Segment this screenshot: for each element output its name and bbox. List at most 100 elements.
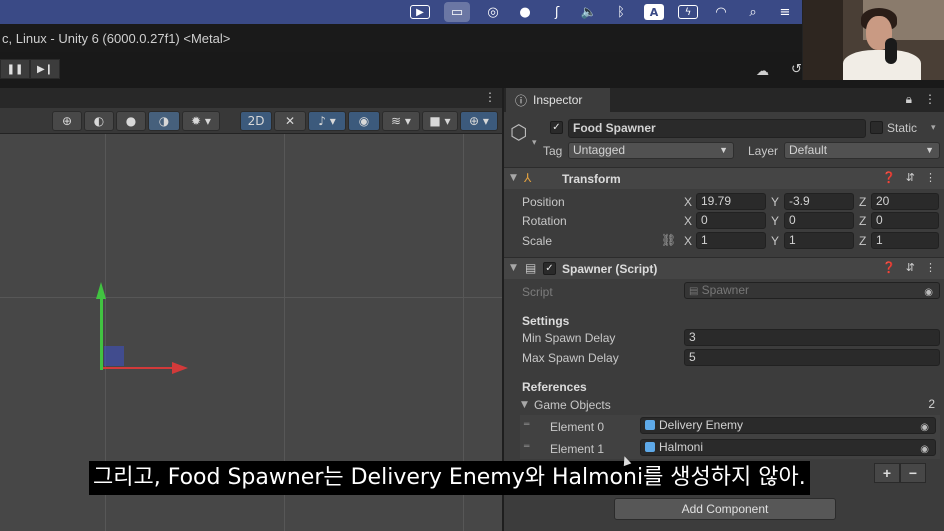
layers-icon[interactable]: ≋ ▾	[382, 111, 420, 131]
input-source-icon[interactable]: A	[644, 4, 664, 20]
gizmos-icon[interactable]: ⊕ ▾	[460, 111, 498, 131]
display-icon[interactable]: ▭	[444, 2, 470, 22]
constrain-proportions-icon[interactable]: ⛓	[661, 233, 676, 247]
foldout-caret-icon[interactable]: ▼	[521, 400, 528, 410]
drag-handle-icon[interactable]: ═	[524, 420, 529, 430]
static-checkbox[interactable]	[870, 121, 883, 134]
battery-icon[interactable]: ϟ	[678, 5, 698, 19]
min-spawn-delay-label: Min Spawn Delay	[522, 331, 616, 345]
object-picker-icon: ◉	[924, 287, 933, 298]
lock-icon[interactable]: 🔒︎	[906, 92, 912, 107]
x-axis-arrow[interactable]	[172, 362, 188, 374]
component-menu-icon[interactable]: ⋮	[925, 261, 936, 274]
x-axis-handle[interactable]	[103, 367, 175, 369]
game-objects-label[interactable]: Game Objects	[534, 398, 611, 412]
wifi-icon[interactable]: ◠	[712, 4, 730, 20]
help-icon[interactable]: ❓	[882, 261, 896, 274]
scale-y-field[interactable]: 1	[784, 232, 854, 249]
history-icon[interactable]: ↺	[791, 62, 802, 77]
prefab-icon	[645, 442, 655, 452]
tab-inspector[interactable]: ⓘ Inspector	[506, 88, 610, 112]
draw-mode-icon[interactable]: ◑	[148, 111, 180, 131]
video-subtitle: 그리고, Food Spawner는 Delivery Enemy와 Halmo…	[89, 461, 810, 495]
component-enabled-checkbox[interactable]: ✓	[543, 262, 556, 275]
volume-icon[interactable]: 🔈	[580, 4, 598, 20]
max-spawn-delay-field[interactable]: 5	[684, 349, 940, 366]
add-element-button[interactable]: +	[874, 463, 900, 483]
sphere-icon[interactable]: ●	[116, 111, 146, 131]
cloud-icon[interactable]: ☁	[756, 64, 769, 79]
pause-button[interactable]: ❚❚	[0, 59, 30, 79]
control-center-icon[interactable]: ≡	[776, 4, 794, 20]
layer-dropdown[interactable]: Default ▼	[784, 142, 940, 159]
element-label: Element 1	[550, 442, 605, 456]
add-component-button[interactable]: Add Component	[614, 498, 836, 520]
tag-label: Tag	[543, 144, 563, 158]
webcam-background	[803, 0, 843, 80]
g-app-icon[interactable]: ●	[516, 4, 534, 20]
rotation-x-field[interactable]: 0	[696, 212, 766, 229]
script-file-icon: ▤	[689, 286, 702, 297]
shaded-sphere-icon[interactable]: ◐	[84, 111, 114, 131]
position-y-field[interactable]: -3.9	[784, 193, 854, 210]
y-axis-handle[interactable]	[100, 298, 103, 370]
scene-menu-icon[interactable]: ⋮	[484, 90, 496, 104]
foldout-caret-icon[interactable]: ▼	[510, 263, 517, 273]
globe-icon[interactable]: ⊕	[52, 111, 82, 131]
help-icon[interactable]: ❓	[882, 171, 896, 184]
active-checkbox[interactable]: ✓	[550, 121, 563, 134]
chevron-down-icon: ▼	[925, 145, 934, 155]
rotation-z-field[interactable]: 0	[871, 212, 939, 229]
lighting-toggle-icon[interactable]: ✕	[274, 111, 306, 131]
accessibility-icon[interactable]: ◎	[484, 4, 502, 20]
webcam-overlay	[802, 0, 944, 80]
min-spawn-delay-field[interactable]: 3	[684, 329, 940, 346]
scale-x-field[interactable]: 1	[696, 232, 766, 249]
game-objects-size-field[interactable]: 2	[908, 396, 940, 413]
visibility-icon[interactable]: ◉	[348, 111, 380, 131]
tab-inspector-label: Inspector	[533, 93, 583, 107]
script-field: ▤ Spawner ◉	[684, 282, 940, 299]
scale-z-field[interactable]: 1	[871, 232, 939, 249]
transform-header[interactable]: ▼ ⅄ Transform ❓ ⇵ ⋮	[504, 167, 944, 189]
element-0-field[interactable]: Delivery Enemy ◉	[640, 417, 936, 434]
chevron-down-icon: ▼	[719, 145, 728, 155]
bluetooth-icon[interactable]: ᛒ	[612, 4, 630, 20]
preset-icon[interactable]: ⇵	[906, 261, 915, 274]
foldout-caret-icon[interactable]: ▼	[510, 173, 517, 183]
icon-dropdown-icon[interactable]: ▾	[532, 138, 537, 148]
hearing-icon[interactable]: ʃ	[548, 4, 566, 20]
drag-handle-icon[interactable]: ═	[524, 442, 529, 452]
camera-icon[interactable]: ■ ▾	[422, 111, 458, 131]
mode-2d-button[interactable]: 2D	[240, 111, 272, 131]
screen-record-icon[interactable]: ▶	[410, 5, 430, 19]
step-button[interactable]: ▶❙	[30, 59, 60, 79]
component-menu-icon[interactable]: ⋮	[925, 171, 936, 184]
remove-element-button[interactable]: −	[900, 463, 926, 483]
position-z-field[interactable]: 20	[871, 193, 939, 210]
object-name-field[interactable]: Food Spawner	[568, 119, 866, 138]
inspector-menu-icon[interactable]: ⋮	[924, 92, 936, 107]
preset-icon[interactable]: ⇵	[906, 171, 915, 184]
rotation-label: Rotation	[522, 214, 567, 228]
element-value: Halmoni	[659, 440, 704, 454]
object-picker-icon[interactable]: ◉	[920, 420, 929, 433]
audio-effects-icon[interactable]: ♪ ▾	[308, 111, 346, 131]
object-picker-icon[interactable]: ◉	[920, 442, 929, 455]
element-1-field[interactable]: Halmoni ◉	[640, 439, 936, 456]
position-x-field[interactable]: 19.79	[696, 193, 766, 210]
transform-title: Transform	[562, 172, 621, 186]
references-header: References	[522, 380, 587, 394]
spawner-header[interactable]: ▼ ▤ ✓ Spawner (Script) ❓ ⇵ ⋮	[504, 257, 944, 279]
rotation-y-field[interactable]: 0	[784, 212, 854, 229]
scene-toolbar: ⊕ ◐ ● ◑ ✹ ▾ 2D ✕ ♪ ▾ ◉ ≋ ▾ ■ ▾ ⊕ ▾	[0, 108, 502, 134]
max-spawn-delay-label: Max Spawn Delay	[522, 351, 619, 365]
transform-gizmo-plane[interactable]	[104, 346, 124, 366]
spawner-title: Spawner (Script)	[562, 262, 658, 276]
render-debug-icon[interactable]: ✹ ▾	[182, 111, 220, 131]
tag-dropdown[interactable]: Untagged ▼	[568, 142, 734, 159]
static-dropdown-icon[interactable]: ▾	[931, 123, 936, 133]
list-item: ═ Element 1 Halmoni ◉	[520, 437, 940, 459]
y-axis-arrow[interactable]	[96, 282, 106, 299]
spotlight-icon[interactable]: ⌕	[744, 4, 762, 20]
